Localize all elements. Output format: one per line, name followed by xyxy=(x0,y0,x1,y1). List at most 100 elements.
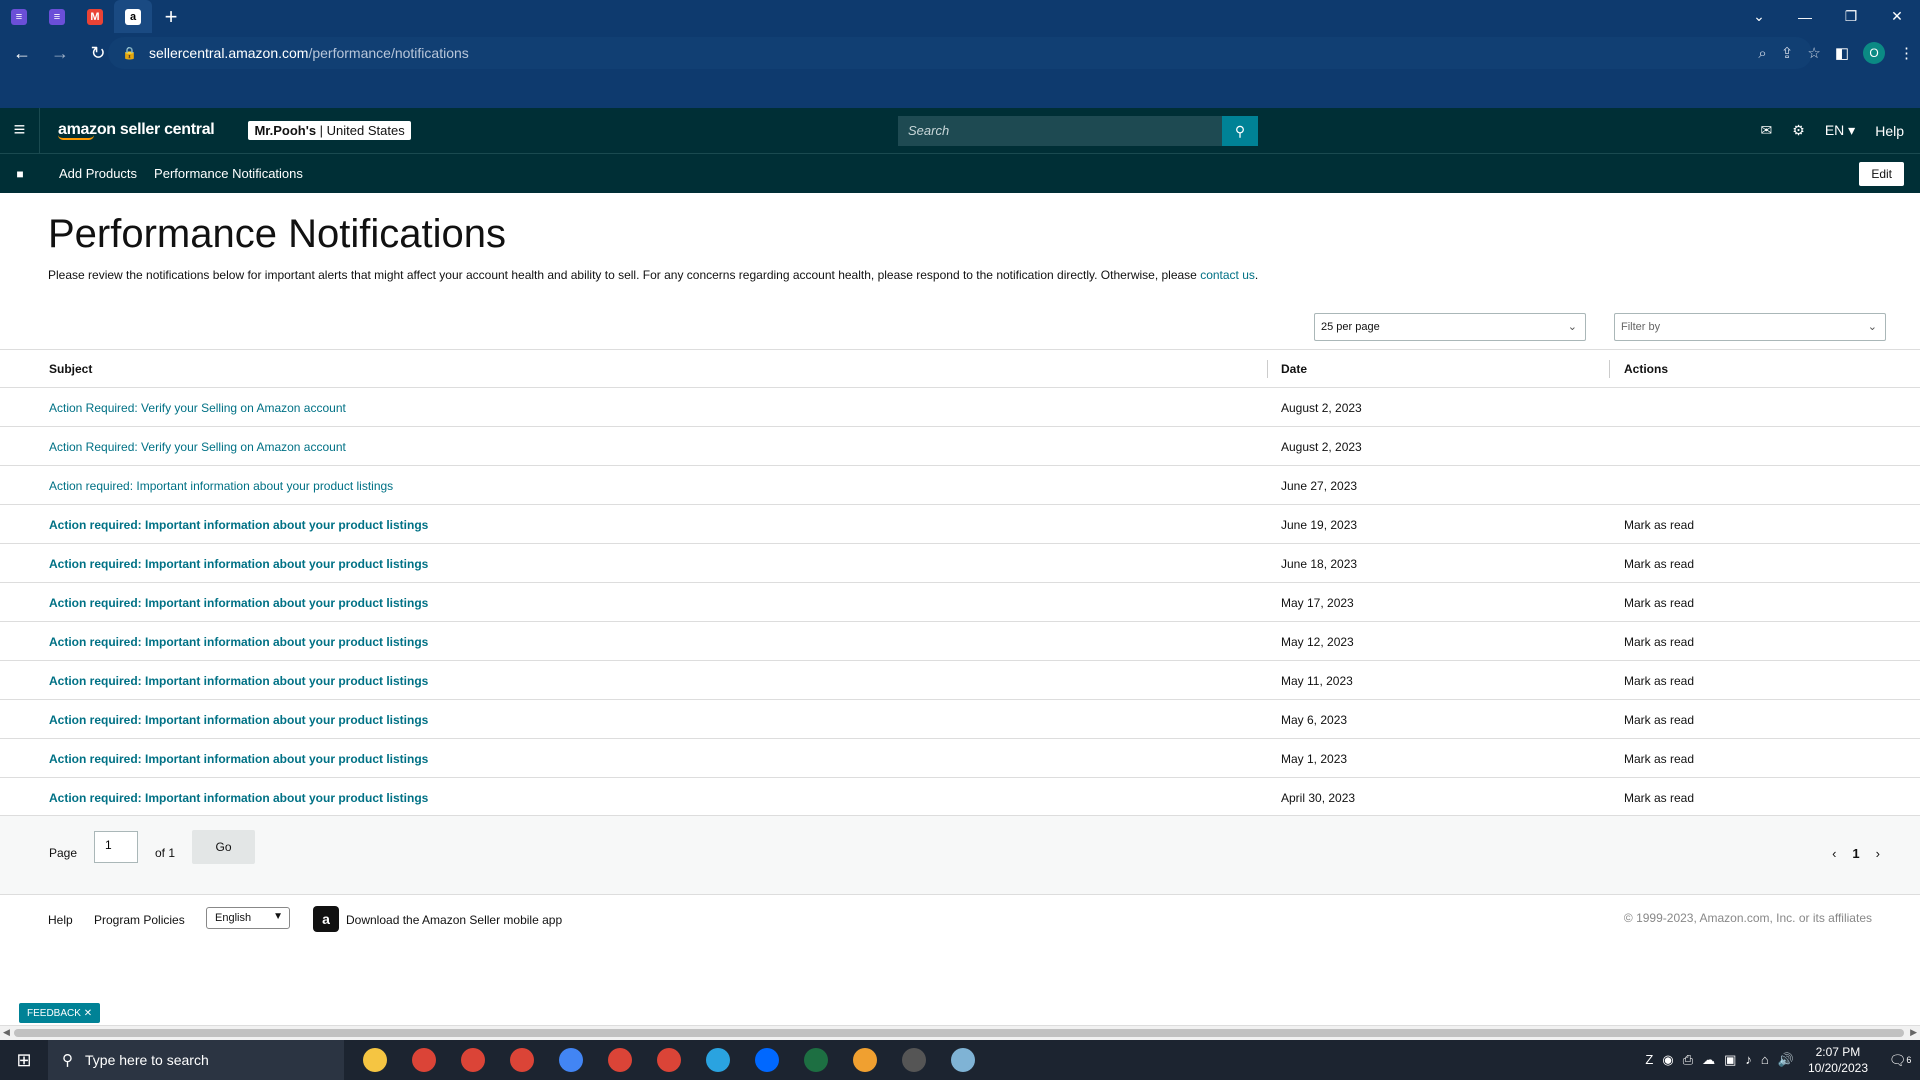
printer-icon[interactable]: ⎙ xyxy=(1683,1052,1693,1068)
go-button[interactable]: Go xyxy=(192,830,255,864)
zalo-tray-icon[interactable]: Z xyxy=(1645,1052,1653,1068)
table-row: Action required: Important information a… xyxy=(0,739,1920,778)
gear-icon[interactable]: ⚙ xyxy=(1792,122,1805,139)
language-switch[interactable]: EN ▾ xyxy=(1825,122,1855,139)
horizontal-scrollbar[interactable]: ◀ ▶ xyxy=(0,1025,1920,1040)
amazon-icon: a xyxy=(125,8,141,25)
browser-tab[interactable]: M xyxy=(76,0,114,33)
mark-as-read-link[interactable]: Mark as read xyxy=(1624,674,1694,688)
taskbar-app[interactable] xyxy=(399,1040,448,1080)
restore-icon[interactable]: ❐ xyxy=(1828,0,1874,33)
taskbar-app[interactable] xyxy=(742,1040,791,1080)
share-icon[interactable]: ⇪ xyxy=(1781,44,1794,62)
notification-subject-link[interactable]: Action required: Important information a… xyxy=(49,713,428,727)
taskbar-app[interactable] xyxy=(448,1040,497,1080)
bookmark-add-products[interactable]: Add Products xyxy=(59,166,137,181)
scroll-right-icon[interactable]: ▶ xyxy=(1910,1027,1917,1038)
taskbar-app[interactable] xyxy=(693,1040,742,1080)
microphone-icon[interactable]: ♪ xyxy=(1745,1052,1752,1068)
notification-subject-link[interactable]: Action required: Important information a… xyxy=(49,635,428,649)
taskbar-app[interactable] xyxy=(791,1040,840,1080)
taskbar-search[interactable]: ⚲ Type here to search xyxy=(48,1040,344,1080)
notifications-icon[interactable]: 🗨 6 xyxy=(1880,1040,1920,1080)
notification-subject-link[interactable]: Action required: Important information a… xyxy=(49,752,428,766)
notification-subject-link[interactable]: Action Required: Verify your Selling on … xyxy=(49,401,346,415)
taskbar-app[interactable] xyxy=(938,1040,987,1080)
taskbar-app[interactable] xyxy=(889,1040,938,1080)
mark-as-read-link[interactable]: Mark as read xyxy=(1624,557,1694,571)
browser-tab[interactable]: ≡ xyxy=(0,0,38,33)
taskbar-app[interactable] xyxy=(546,1040,595,1080)
minimize-icon[interactable]: — xyxy=(1782,0,1828,33)
windows-start-icon[interactable]: ⊞ xyxy=(0,1040,48,1080)
back-icon[interactable]: ← xyxy=(6,37,38,69)
hamburger-menu-icon[interactable]: ≡ xyxy=(0,108,40,153)
footer-program-policies-link[interactable]: Program Policies xyxy=(94,913,185,927)
taskbar-app[interactable] xyxy=(350,1040,399,1080)
help-link[interactable]: Help xyxy=(1875,123,1904,139)
edit-bookmarks-button[interactable]: Edit xyxy=(1859,162,1904,186)
toolbar-right: ⌕ ⇪ ☆ ◧ O ⋮ xyxy=(1758,37,1914,69)
search-input[interactable]: Search xyxy=(898,116,1222,146)
page-number-input[interactable]: 1 xyxy=(94,831,138,863)
mark-as-read-link[interactable]: Mark as read xyxy=(1624,518,1694,532)
table-row: Action required: Important information a… xyxy=(0,505,1920,544)
contact-us-link[interactable]: contact us xyxy=(1200,268,1255,282)
mail-icon[interactable]: ✉ xyxy=(1761,122,1773,139)
volume-icon[interactable]: 🔊 xyxy=(1778,1052,1794,1068)
mark-as-read-link[interactable]: Mark as read xyxy=(1624,635,1694,649)
notification-subject-link[interactable]: Action required: Important information a… xyxy=(49,596,428,610)
profile-avatar[interactable]: O xyxy=(1863,42,1885,64)
scroll-left-icon[interactable]: ◀ xyxy=(3,1027,10,1038)
column-header-subject[interactable]: Subject xyxy=(49,362,92,376)
tab-search-icon[interactable]: ⌄ xyxy=(1736,0,1782,33)
browser-tab[interactable]: ≡ xyxy=(38,0,76,33)
close-icon[interactable]: ✕ xyxy=(84,1008,92,1019)
notification-subject-link[interactable]: Action Required: Verify your Selling on … xyxy=(49,440,346,454)
prev-page-icon[interactable]: ‹ xyxy=(1832,846,1836,861)
clock[interactable]: 2:07 PM 10/20/2023 xyxy=(1808,1044,1868,1076)
close-icon[interactable]: ✕ xyxy=(1874,0,1920,33)
side-panel-icon[interactable]: ◧ xyxy=(1835,44,1849,62)
notification-subject-link[interactable]: Action required: Important information a… xyxy=(49,674,428,688)
footer-language-select[interactable]: English ▼ xyxy=(206,907,290,929)
feedback-button[interactable]: FEEDBACK ✕ xyxy=(19,1003,101,1023)
bookmark-icon[interactable]: ■ xyxy=(0,167,40,181)
menu-kebab-icon[interactable]: ⋮ xyxy=(1899,44,1914,62)
mark-as-read-link[interactable]: Mark as read xyxy=(1624,713,1694,727)
next-page-icon[interactable]: › xyxy=(1876,846,1880,861)
browser-tab-active[interactable]: a xyxy=(114,0,152,33)
column-header-date[interactable]: Date xyxy=(1281,362,1307,376)
forward-icon[interactable]: → xyxy=(44,37,76,69)
download-app-link[interactable]: Download the Amazon Seller mobile app xyxy=(346,913,562,927)
bookmark-performance-notifications[interactable]: Performance Notifications xyxy=(154,166,303,181)
footer-help-link[interactable]: Help xyxy=(48,913,73,927)
taskbar-app[interactable] xyxy=(840,1040,889,1080)
mark-as-read-link[interactable]: Mark as read xyxy=(1624,596,1694,610)
display-icon[interactable]: ▣ xyxy=(1724,1052,1736,1068)
taskbar-app[interactable] xyxy=(497,1040,546,1080)
taskbar-app[interactable] xyxy=(644,1040,693,1080)
taskbar-app[interactable] xyxy=(595,1040,644,1080)
mark-as-read-link[interactable]: Mark as read xyxy=(1624,752,1694,766)
search-icon[interactable]: ⚲ xyxy=(1222,116,1258,146)
store-switcher[interactable]: Mr.Pooh's | United States xyxy=(248,121,411,140)
current-page[interactable]: 1 xyxy=(1852,846,1859,861)
notification-subject-link[interactable]: Action required: Important information a… xyxy=(49,557,428,571)
notification-subject-link[interactable]: Action required: Important information a… xyxy=(49,791,428,805)
network-icon[interactable]: ⌂ xyxy=(1761,1052,1769,1068)
scrollbar-thumb[interactable] xyxy=(14,1029,1904,1037)
zoom-icon[interactable]: ⌕ xyxy=(1758,45,1766,62)
amazon-app-icon[interactable]: a xyxy=(313,906,339,932)
chrome-tray-icon[interactable]: ◉ xyxy=(1662,1052,1673,1068)
notification-subject-link[interactable]: Action required: Important information a… xyxy=(49,518,428,532)
per-page-select[interactable]: 25 per page ⌄ xyxy=(1314,313,1586,341)
address-bar[interactable]: 🔒 sellercentral.amazon.com/performance/n… xyxy=(108,37,1812,69)
star-icon[interactable]: ☆ xyxy=(1807,44,1820,62)
seller-central-logo[interactable]: amazon seller central xyxy=(58,121,215,140)
mark-as-read-link[interactable]: Mark as read xyxy=(1624,791,1694,805)
cloud-icon[interactable]: ☁ xyxy=(1702,1052,1715,1068)
new-tab-button[interactable]: + xyxy=(152,0,190,33)
filter-select[interactable]: Filter by ⌄ xyxy=(1614,313,1886,341)
notification-subject-link[interactable]: Action required: Important information a… xyxy=(49,479,393,493)
